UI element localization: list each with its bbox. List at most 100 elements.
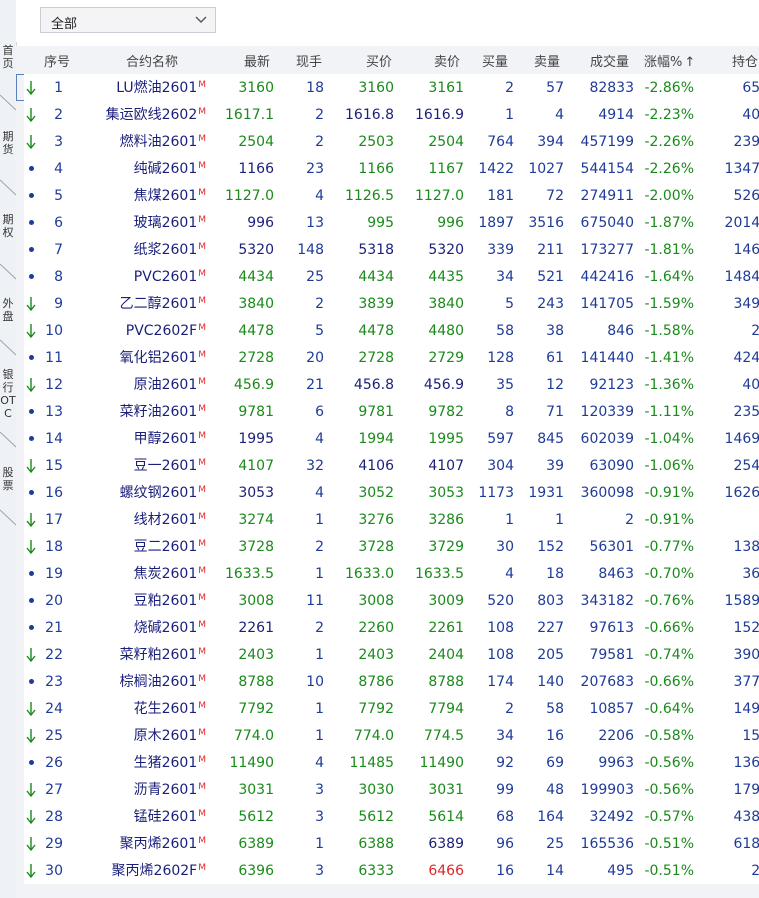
change-percent: -0.91% <box>644 485 694 501</box>
contract-name[interactable]: 原木2601M <box>134 728 206 744</box>
open-interest: 201480 <box>724 215 759 231</box>
down-arrow-icon <box>26 135 36 150</box>
change-percent: -2.26% <box>644 134 694 150</box>
table-row[interactable]: 12 原油2601M 456.9 21 456.8 456.9 35 12 92123 -1.36… <box>16 371 759 398</box>
table-row[interactable]: 1 LU燃油2601M 3160 18 3160 3161 2 57 82833 -2.86% 65… <box>16 74 759 101</box>
contract-name[interactable]: 花生2601M <box>134 701 206 717</box>
col-header-change-pct[interactable]: 涨幅% ↑ <box>644 51 695 70</box>
table-row[interactable]: 18 豆二2601M 3728 2 3728 3729 30 152 56301 -0.77% 13… <box>16 533 759 560</box>
bid-price: 8786 <box>358 674 394 690</box>
contract-name[interactable]: 乙二醇2601M <box>120 296 206 312</box>
bid-volume: 108 <box>487 620 514 636</box>
last-volume: 21 <box>306 377 324 393</box>
change-percent: -1.11% <box>644 404 694 420</box>
table-row[interactable]: 19 焦炭2601M 1633.5 1 1633.0 1633.5 4 18 8463 -0.70… <box>16 560 759 587</box>
table-row[interactable]: 28 锰硅2601M 5612 3 5612 5614 68 164 32492 -0.57% 43… <box>16 803 759 830</box>
contract-name[interactable]: 聚丙烯2602FM <box>112 863 206 879</box>
contract-name[interactable]: 生猪2601M <box>134 755 206 771</box>
col-header-bid[interactable]: 买价 <box>366 51 392 70</box>
col-header-open-int[interactable]: 持仓 <box>732 51 758 70</box>
contract-name[interactable]: 螺纹钢2601M <box>120 485 206 501</box>
contract-name[interactable]: 锰硅2601M <box>134 809 206 825</box>
contract-name[interactable]: 菜籽油2601M <box>120 404 206 420</box>
table-row[interactable]: 4 纯碱2601M 1166 23 1166 1167 1422 1027 544154 -2.2… <box>16 155 759 182</box>
table-row[interactable]: 24 花生2601M 7792 1 7792 7794 2 58 10857 -0.64% 1496… <box>16 695 759 722</box>
contract-name[interactable]: 纯碱2601M <box>134 161 206 177</box>
table-row[interactable]: 29 聚丙烯2601M 6389 1 6388 6389 96 25 165536 -0.51% 6… <box>16 830 759 857</box>
table-row[interactable]: 6 玻璃2601M 996 13 995 996 1897 3516 675040 -1.87% 2… <box>16 209 759 236</box>
table-row[interactable]: 21 烧碱2601M 2261 2 2260 2261 108 227 97613 -0.66% 1… <box>16 614 759 641</box>
table-row[interactable]: 27 沥青2601M 3031 3 3030 3031 99 48 199903 -0.56% 17… <box>16 776 759 803</box>
contract-name[interactable]: 集运欧线2602M <box>106 107 206 123</box>
col-header-seq[interactable]: 序号 <box>44 51 70 70</box>
ask-price: 2504 <box>428 134 464 150</box>
bid-volume: 1897 <box>478 215 514 231</box>
contract-name[interactable]: 豆粕2601M <box>134 593 206 609</box>
row-seq: 10 <box>45 323 63 339</box>
table-row[interactable]: 10 PVC2602FM 4478 5 4478 4480 58 38 846 -1.58% 278 <box>16 317 759 344</box>
contract-name[interactable]: LU燃油2601M <box>116 80 206 96</box>
col-header-ask[interactable]: 卖价 <box>434 51 460 70</box>
table-row[interactable]: 14 甲醇2601M 1995 4 1994 1995 597 845 602039 -1.04%… <box>16 425 759 452</box>
contract-name[interactable]: 玻璃2601M <box>134 215 206 231</box>
contract-name[interactable]: 甲醇2601M <box>134 431 206 447</box>
contract-name[interactable]: 焦炭2601M <box>134 566 206 582</box>
last-volume: 1 <box>315 647 324 663</box>
last-volume: 18 <box>306 80 324 96</box>
open-interest: 278 <box>751 323 759 339</box>
col-header-bid-vol[interactable]: 买量 <box>482 51 508 70</box>
col-header-name[interactable]: 合约名称 <box>126 51 178 70</box>
category-select-value: 全部 <box>51 17 78 32</box>
change-percent: -1.58% <box>644 323 694 339</box>
table-row[interactable]: 3 燃料油2601M 2504 2 2503 2504 764 394 457199 -2.26%… <box>16 128 759 155</box>
last-price: 2403 <box>238 647 274 663</box>
table-row[interactable]: 25 原木2601M 774.0 1 774.0 774.5 34 16 2206 -0.58% 1… <box>16 722 759 749</box>
contract-name[interactable]: 聚丙烯2601M <box>120 836 206 852</box>
contract-name[interactable]: 氧化铝2601M <box>120 350 206 366</box>
contract-name[interactable]: PVC2601M <box>134 269 206 285</box>
table-row[interactable]: 5 焦煤2601M 1127.0 4 1126.5 1127.0 181 72 274911 -2… <box>16 182 759 209</box>
table-row[interactable]: 26 生猪2601M 11490 4 11485 11490 92 69 9963 -0.56% 1… <box>16 749 759 776</box>
row-seq: 9 <box>54 296 63 312</box>
table-row[interactable]: 20 豆粕2601M 3008 11 3008 3009 520 803 343182 -0.76… <box>16 587 759 614</box>
contract-name[interactable]: PVC2602FM <box>126 323 206 339</box>
ask-volume: 16 <box>546 728 564 744</box>
contract-name-text: 沥青2601 <box>133 782 198 798</box>
table-row[interactable]: 30 聚丙烯2602FM 6396 3 6333 6466 16 14 495 -0.51% 270 <box>16 857 759 884</box>
ask-volume: 3516 <box>528 215 564 231</box>
down-arrow-icon <box>26 81 36 96</box>
contract-name[interactable]: 棕榈油2601M <box>120 674 206 690</box>
contract-name[interactable]: 焦煤2601M <box>134 188 206 204</box>
table-row[interactable]: 8 PVC2601M 4434 25 4434 4435 34 521 442416 -1.64%… <box>16 263 759 290</box>
table-row[interactable]: 11 氧化铝2601M 2728 20 2728 2729 128 61 141440 -1.41… <box>16 344 759 371</box>
contract-name[interactable]: 烧碱2601M <box>134 620 206 636</box>
last-price: 3274 <box>238 512 274 528</box>
col-header-last[interactable]: 最新 <box>244 51 270 70</box>
table-row[interactable]: 2 集运欧线2602M 1617.1 2 1616.8 1616.9 1 4 4914 -2.23… <box>16 101 759 128</box>
contract-name[interactable]: 燃料油2601M <box>120 134 206 150</box>
col-header-vol-now[interactable]: 现手 <box>296 51 322 70</box>
col-header-volume[interactable]: 成交量 <box>590 51 629 70</box>
contract-name[interactable]: 菜籽粕2601M <box>120 647 206 663</box>
table-row[interactable]: 15 豆一2601M 4107 32 4106 4107 304 39 63090 -1.06% 2… <box>16 452 759 479</box>
table-row[interactable]: 16 螺纹钢2601M 3053 4 3052 3053 1173 1931 360098 -0.… <box>16 479 759 506</box>
contract-name[interactable]: 豆二2601M <box>134 539 206 555</box>
contract-name[interactable]: 原油2601M <box>134 377 206 393</box>
category-select[interactable]: 全部 <box>40 7 216 33</box>
contract-name[interactable]: 线材2601M <box>134 512 206 528</box>
main-contract-badge: M <box>198 539 206 549</box>
contract-name[interactable]: 豆一2601M <box>134 458 206 474</box>
ask-price: 456.9 <box>423 377 464 393</box>
table-row[interactable]: 9 乙二醇2601M 3840 2 3839 3840 5 243 141705 -1.59% 34… <box>16 290 759 317</box>
contract-name[interactable]: 纸浆2601M <box>134 242 206 258</box>
contract-name[interactable]: 沥青2601M <box>134 782 206 798</box>
bid-price: 4434 <box>358 269 394 285</box>
table-row[interactable]: 17线材2601M3274132763286112-0.91%7 <box>16 506 759 533</box>
contract-name-text: 原油2601 <box>133 377 198 393</box>
table-row[interactable]: 13 菜籽油2601M 9781 6 9781 9782 8 71 120339 -1.11% 23… <box>16 398 759 425</box>
table-row[interactable]: 7 纸浆2601M 5320 148 5318 5320 339 211 173277 -1.81… <box>16 236 759 263</box>
table-row[interactable]: 22 菜籽粕2601M 2403 1 2403 2404 108 205 79581 -0.74%… <box>16 641 759 668</box>
bid-price: 11485 <box>349 755 394 771</box>
table-row[interactable]: 23 棕榈油2601M 8788 10 8786 8788 174 140 207683 -0.6… <box>16 668 759 695</box>
col-header-ask-vol[interactable]: 卖量 <box>534 51 560 70</box>
